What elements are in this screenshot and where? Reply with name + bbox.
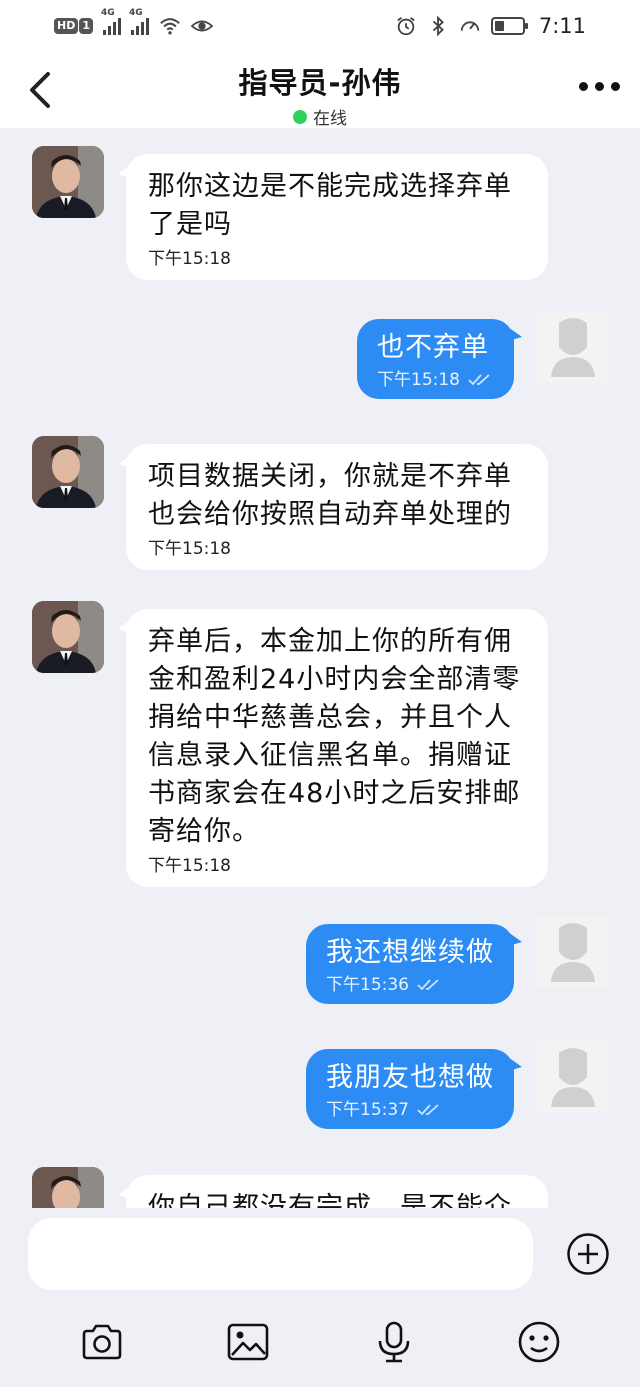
hd-indicator: HD 1: [54, 18, 93, 34]
message-line: 金和盈利24小时内会全部清零: [148, 664, 521, 695]
emoji-icon[interactable]: [517, 1320, 561, 1364]
message-line: 你自己都没有完成，是不能介: [148, 1192, 512, 1208]
message-time: 下午15:18: [148, 249, 231, 269]
message-bubble-outgoing[interactable]: 我朋友也想做 下午15:37: [306, 1049, 522, 1129]
sim-badge: 1: [79, 18, 93, 34]
user-avatar[interactable]: [537, 916, 609, 988]
message-line: 了是吗: [148, 209, 232, 240]
online-dot-icon: [293, 109, 307, 124]
network-type-1: 4G: [101, 8, 115, 18]
battery-icon: [490, 17, 528, 35]
dot-icon: [611, 82, 620, 91]
man-portrait-icon: [32, 146, 104, 218]
message-time: 下午15:18: [148, 539, 231, 559]
message-bubble-incoming[interactable]: 那你这边是不能完成选择弃单 了是吗 下午15:18: [118, 154, 548, 280]
network-type-2: 4G: [129, 8, 143, 18]
online-status-label: 在线: [313, 109, 347, 129]
message-text: 我还想继续做: [326, 937, 494, 968]
camera-icon[interactable]: [80, 1320, 124, 1364]
message-bubble-incoming[interactable]: 项目数据关闭，你就是不弃单 也会给你按照自动弃单处理的 下午15:18: [118, 444, 548, 570]
message-time: 下午15:18: [148, 856, 231, 876]
double-check-icon: [468, 374, 490, 386]
message-time: 下午15:37: [326, 1100, 409, 1120]
user-avatar[interactable]: [537, 1041, 609, 1113]
signal-icon-2: 4G: [129, 8, 149, 35]
message-meta: 下午15:18: [377, 369, 494, 391]
composer: [0, 1208, 640, 1387]
more-options-button[interactable]: [579, 82, 620, 91]
message-meta: 下午15:37: [326, 1099, 494, 1121]
agent-avatar[interactable]: [32, 146, 104, 218]
signal-icon: 4G: [101, 8, 121, 35]
message-meta: 下午15:36: [326, 974, 494, 996]
double-check-icon: [417, 1104, 439, 1116]
message-line: 项目数据关闭，你就是不弃单: [148, 461, 512, 492]
status-bar: HD 1 4G 4G 7:11: [0, 0, 640, 52]
message-input[interactable]: [28, 1218, 533, 1290]
contact-name: 指导员-孙伟: [238, 66, 402, 100]
message-line: 信息录入征信黑名单。捐赠证: [148, 740, 512, 771]
default-user-icon: [537, 916, 609, 988]
man-portrait-icon: [32, 1167, 104, 1208]
battery-level: [494, 21, 504, 31]
message-bubble-incoming[interactable]: 弃单后，本金加上你的所有佣 金和盈利24小时内会全部清零 捐给中华慈善总会，并且…: [118, 609, 548, 887]
agent-avatar[interactable]: [32, 436, 104, 508]
message-line: 那你这边是不能完成选择弃单: [148, 171, 512, 202]
dot-icon: [579, 82, 588, 91]
microphone-icon[interactable]: [372, 1320, 416, 1364]
clock: 7:11: [538, 14, 586, 38]
message-list[interactable]: 那你这边是不能完成选择弃单 了是吗 下午15:18 也不弃单 下午15:18 项…: [0, 128, 640, 1208]
online-status: 在线: [293, 104, 347, 129]
message-line: 书商家会在48小时之后安排邮: [148, 778, 521, 809]
message-bubble-outgoing[interactable]: 我还想继续做 下午15:36: [306, 924, 522, 1004]
message-text: 也不弃单: [377, 332, 489, 363]
agent-avatar[interactable]: [32, 601, 104, 673]
double-check-icon: [417, 979, 439, 991]
man-portrait-icon: [32, 436, 104, 508]
message-bubble-incoming[interactable]: 你自己都没有完成，是不能介: [118, 1175, 548, 1208]
message-line: 也会给你按照自动弃单处理的: [148, 499, 512, 530]
message-text: 我朋友也想做: [326, 1062, 494, 1093]
status-bar-left: HD 1 4G 4G: [54, 8, 213, 37]
hd-badge: HD: [54, 18, 79, 34]
eye-icon: [191, 20, 213, 32]
message-time: 下午15:36: [326, 975, 409, 995]
chat-header: 指导员-孙伟 在线: [0, 52, 640, 129]
plus-icon[interactable]: [566, 1232, 610, 1276]
user-avatar[interactable]: [537, 311, 609, 383]
status-bar-right: 7:11: [395, 14, 586, 38]
message-line: 捐给中华慈善总会，并且个人: [148, 702, 512, 733]
man-portrait-icon: [32, 601, 104, 673]
message-line: 寄给你。: [148, 816, 260, 847]
speed-icon: [460, 21, 479, 31]
message-time: 下午15:18: [377, 370, 460, 390]
dot-icon: [595, 82, 604, 91]
message-line: 弃单后，本金加上你的所有佣: [148, 626, 512, 657]
title-block: 指导员-孙伟 在线: [0, 60, 640, 129]
message-bubble-outgoing[interactable]: 也不弃单 下午15:18: [357, 319, 522, 399]
default-user-icon: [537, 311, 609, 383]
default-user-icon: [537, 1041, 609, 1113]
image-icon[interactable]: [226, 1320, 270, 1364]
bluetooth-icon: [432, 15, 444, 37]
wifi-icon: [160, 18, 180, 35]
agent-avatar[interactable]: [32, 1167, 104, 1208]
alarm-icon: [397, 17, 415, 36]
